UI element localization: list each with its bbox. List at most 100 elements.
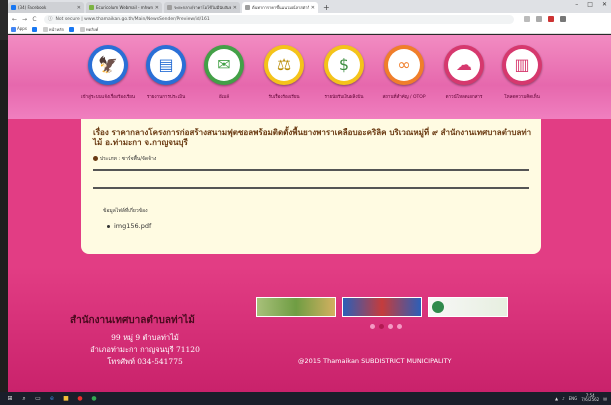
article-title: เรื่อง ราคากลางโครงการก่อสร้างสนามฟุตซอล…: [93, 128, 532, 147]
tab-webmail[interactable]: Ecuricolum Webmail - mhwnvd4 ... ✕: [86, 2, 162, 13]
back-button[interactable]: ←: [11, 16, 18, 23]
clock[interactable]: 7:54 7/6/2562: [581, 394, 599, 402]
attachment-link[interactable]: img156.pdf: [107, 222, 151, 230]
bookmark-link-1[interactable]: [69, 26, 75, 32]
search-icon[interactable]: ⌕: [20, 395, 28, 403]
close-tab-icon[interactable]: ✕: [233, 5, 237, 11]
address-line: 99 หมู่ 9 ตำบลท่าไม้: [111, 333, 179, 342]
category-text: ประเภท : ซาร์จพื้น/จัดจ้าง: [100, 156, 157, 162]
bookmark-link-2[interactable]: ทดลิงค์: [80, 26, 98, 33]
divider: [93, 187, 529, 189]
new-tab-button[interactable]: +: [323, 2, 330, 13]
banner-link[interactable]: [342, 297, 422, 317]
money-icon: $: [328, 49, 360, 81]
menu-item-feedback[interactable]: ▥ โหลดความคิดเห็น: [494, 45, 550, 100]
reload-button[interactable]: C: [31, 16, 38, 23]
facebook-icon: [69, 26, 75, 32]
close-tab-icon[interactable]: ✕: [311, 5, 315, 11]
page-icon: [80, 27, 86, 32]
doc-icon: [167, 5, 172, 10]
close-tab-icon[interactable]: ✕: [77, 5, 81, 11]
bullet-icon: [107, 224, 110, 228]
menu-label: ดาวน์โหลดเอกสาร: [445, 95, 483, 100]
bookmark-home[interactable]: หน้าหลัก: [42, 26, 65, 33]
opera-icon[interactable]: ●: [76, 395, 84, 403]
carousel-dot[interactable]: [397, 324, 402, 329]
carousel-dot-active[interactable]: [379, 324, 384, 329]
minimize-button[interactable]: –: [575, 1, 578, 8]
cloud-download-icon: ☁: [448, 49, 480, 81]
edge-icon[interactable]: e: [48, 395, 56, 403]
menu-circle: ☁: [444, 45, 484, 85]
menu-icon[interactable]: [560, 16, 566, 22]
seal-icon: [432, 301, 444, 313]
chrome-icon[interactable]: ●: [90, 395, 98, 403]
menu-item-otop[interactable]: ∞ สถานที่สำคัญ / OTOP: [376, 45, 432, 100]
network-icon[interactable]: ▲: [555, 396, 558, 401]
tab-facebook[interactable]: (34) Facebook ✕: [8, 2, 84, 13]
doc-icon: [245, 5, 250, 10]
email-icon: ✉: [208, 49, 240, 81]
url-input[interactable]: ⓘ Not secure | www.thamaikan.go.th/Main/…: [44, 14, 514, 24]
language-indicator[interactable]: ENG: [569, 396, 578, 401]
bookmark-facebook[interactable]: [31, 26, 38, 32]
tab-title: (34) Facebook: [18, 5, 47, 10]
menu-label: เข้าสู่ระบบแจ้งเรื่องร้องเรียน: [80, 95, 135, 100]
banner-link[interactable]: [256, 297, 336, 317]
org-address: 99 หมู่ 9 ตำบลท่าไม้ อำเภอท่ามะกา กาญจนบ…: [70, 332, 220, 368]
banner-carousel: [256, 297, 508, 317]
close-window-button[interactable]: ✕: [602, 1, 607, 8]
bookmark-label: ทดลิงค์: [86, 26, 99, 32]
webmail-icon: [89, 5, 94, 10]
menu-item-download[interactable]: ☁ ดาวน์โหลดเอกสาร: [436, 45, 492, 100]
browser-tab-bar: (34) Facebook ✕ Ecuricolum Webmail - mhw…: [8, 0, 611, 13]
menu-item-money[interactable]: $ รายนัยรับเงินผลิงปัน: [316, 45, 372, 100]
extension-icon[interactable]: [548, 16, 554, 22]
notifications-icon[interactable]: ▤: [603, 396, 607, 401]
menu-circle: ⚖: [264, 45, 304, 85]
volume-icon[interactable]: ♪: [562, 396, 565, 401]
document-icon: ▤: [150, 49, 182, 81]
menu-label: รายงานการประเมิน: [146, 95, 186, 100]
tab-title: Ecuricolum Webmail - mhwnvd4 ...: [96, 5, 153, 10]
address-line: อำเภอท่ามะกา กาญจนบุรี 71120: [90, 345, 200, 354]
bookmark-apps[interactable]: Apps: [11, 26, 27, 32]
maximize-button[interactable]: □: [587, 1, 593, 8]
info-icon[interactable]: ⓘ: [48, 16, 53, 22]
page-icon: [42, 27, 48, 32]
menu-item-complaint-login[interactable]: 🦅 เข้าสู่ระบบแจ้งเรื่องร้องเรียน: [80, 45, 136, 100]
bookmark-label: Apps: [17, 26, 27, 32]
menu-item-report[interactable]: ▤ รายงานการประเมิน: [138, 45, 194, 100]
forward-button[interactable]: →: [21, 16, 28, 23]
attachment-filename: img156.pdf: [114, 222, 152, 230]
menu-label: รับเรื่องร้องเรียน: [268, 95, 300, 100]
tab-active[interactable]: ต้นทาการาคาขึ้นแนวมณ์ลาสต่ากิน ✕: [242, 2, 318, 13]
window-controls: – □ ✕: [575, 1, 607, 8]
bookmark-label: หน้าหลัก: [48, 26, 65, 32]
url-text: Not secure | www.thamaikan.go.th/Main/Ne…: [55, 16, 210, 22]
star-icon[interactable]: [524, 16, 530, 22]
facebook-icon: [31, 26, 37, 32]
menu-item-email[interactable]: ✉ อีเมล์: [196, 45, 252, 100]
address-bar-row: ← → C ⓘ Not secure | www.thamaikan.go.th…: [8, 13, 611, 25]
windows-start-icon[interactable]: ⊞: [6, 395, 14, 403]
close-tab-icon[interactable]: ✕: [155, 5, 159, 11]
task-view-icon[interactable]: ▭: [34, 395, 42, 403]
tab-title: ระยะกลาง/ราคาโอโซ้ไม่มีนับสัมพันธ์: [174, 5, 231, 10]
banner-link[interactable]: [428, 297, 508, 317]
tab-document[interactable]: ระยะกลาง/ราคาโอโซ้ไม่มีนับสัมพันธ์ ✕: [164, 2, 240, 13]
file-explorer-icon[interactable]: ■: [62, 395, 70, 403]
icon-menu: 🦅 เข้าสู่ระบบแจ้งเรื่องร้องเรียน ▤ รายงา…: [80, 45, 560, 115]
carousel-dot[interactable]: [388, 324, 393, 329]
extensions: [524, 16, 566, 22]
org-name: สำนักงานเทศบาลตำบลท่าไม้: [70, 315, 195, 326]
clock-date: 7/6/2562: [581, 397, 600, 402]
tab-title: ต้นทาการาคาขึ้นแนวมณ์ลาสต่ากิน: [252, 5, 309, 10]
org-brand: สำนักงานเทศบาลตำบลท่าไม้ 99 หมู่ 9 ตำบลท…: [70, 313, 220, 392]
screen: (34) Facebook ✕ Ecuricolum Webmail - mhw…: [0, 0, 611, 405]
carousel-dot[interactable]: [370, 324, 375, 329]
menu-item-complaints[interactable]: ⚖ รับเรื่องร้องเรียน: [256, 45, 312, 100]
extension-icon[interactable]: [536, 16, 542, 22]
menu-label: อีเมล์: [219, 95, 229, 100]
thai-emblem-icon: 🦅: [92, 49, 124, 81]
